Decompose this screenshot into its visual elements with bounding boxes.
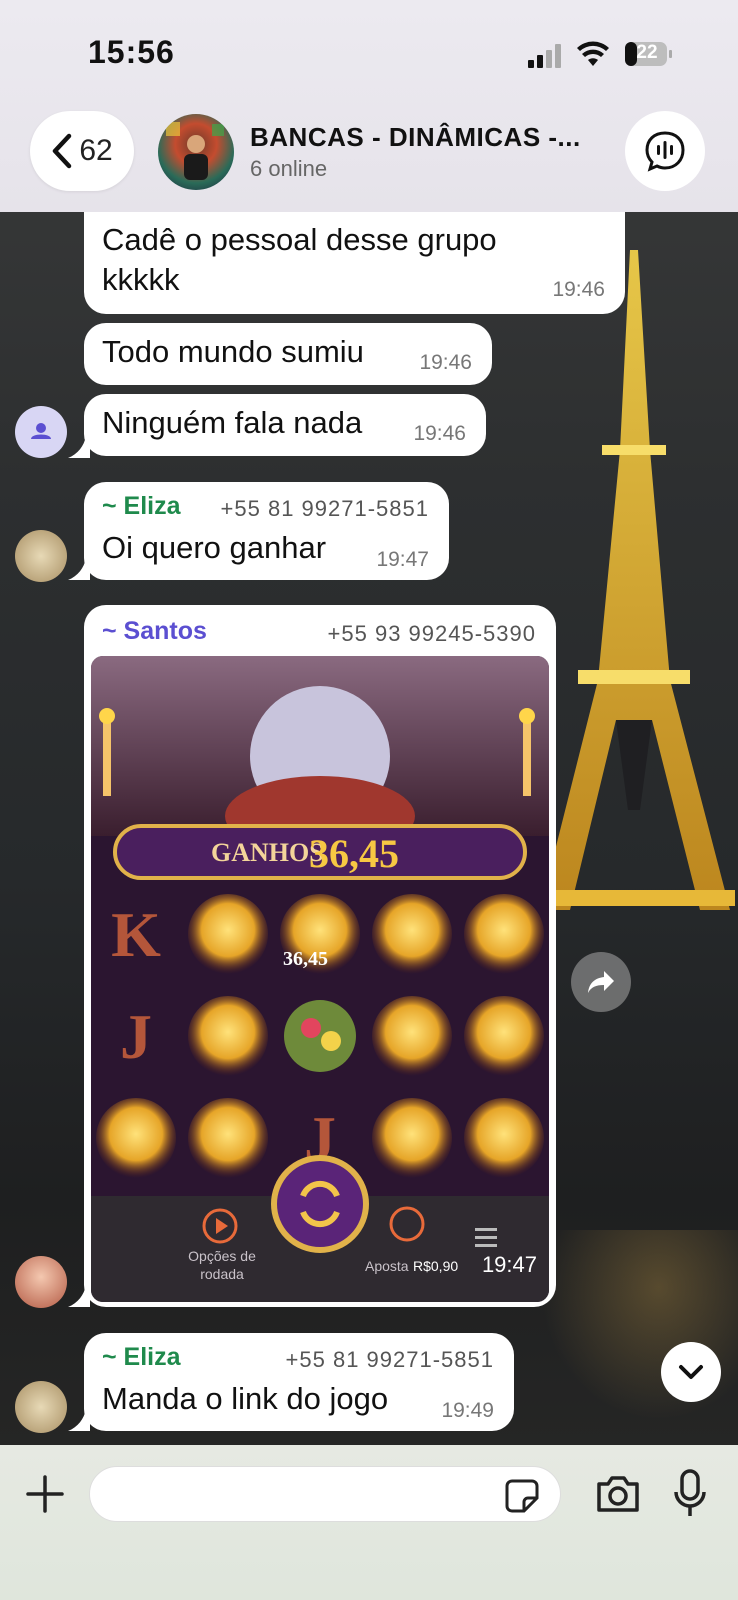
- message-bubble[interactable]: ~ Eliza +55 81 99271-5851 Manda o link d…: [84, 1333, 514, 1431]
- slot-game-artwork: K J J: [91, 656, 549, 1302]
- group-avatar[interactable]: [158, 114, 234, 190]
- bubble-tail: [68, 436, 90, 458]
- bubble-tail: [68, 1409, 90, 1431]
- options-label-line: rodada: [200, 1266, 244, 1282]
- wifi-icon: [576, 40, 610, 68]
- message-time: 19:46: [419, 351, 472, 374]
- microphone-button[interactable]: [670, 1466, 710, 1522]
- battery-level: 22: [636, 42, 658, 63]
- message-time: 19:47: [376, 548, 429, 571]
- voice-chat-icon: [645, 131, 685, 172]
- message-text: Oi quero ganhar: [102, 530, 327, 565]
- message-text-line: Cadê o pessoal desse grupo: [102, 222, 497, 257]
- status-time: 15:56: [88, 34, 175, 70]
- sender-phone: +55 93 99245-5390: [327, 621, 536, 646]
- sender-name[interactable]: ~ Eliza: [102, 492, 181, 521]
- message-bubble[interactable]: Cadê o pessoal desse grupo kkkkk 19:46: [84, 212, 625, 314]
- slot-game-screenshot[interactable]: K J J GANHOS 36,45 36,45 Opções de rodad…: [91, 656, 549, 1302]
- forward-button[interactable]: [571, 952, 631, 1012]
- forward-arrow-icon: [588, 971, 614, 993]
- person-icon: [31, 423, 51, 439]
- chevron-down-icon: [679, 1365, 703, 1379]
- message-text: Manda o link do jogo: [102, 1381, 389, 1416]
- sender-avatar[interactable]: [15, 530, 67, 582]
- message-time: 19:47: [481, 1252, 537, 1277]
- cell-win-value: 36,45: [283, 948, 328, 970]
- signal-icon: [528, 44, 564, 68]
- message-bubble[interactable]: Todo mundo sumiu 19:46: [84, 323, 492, 385]
- microphone-icon: [674, 1469, 706, 1516]
- group-title[interactable]: BANCAS - DINÂMICAS -...: [250, 122, 581, 153]
- svg-text:J: J: [120, 1001, 152, 1072]
- sticker-icon: [505, 1479, 539, 1513]
- message-input[interactable]: [89, 1466, 561, 1522]
- voice-chat-button[interactable]: [625, 111, 705, 191]
- sender-avatar[interactable]: [15, 1256, 67, 1308]
- message-text: Ninguém fala nada: [102, 405, 363, 440]
- message-text: Todo mundo sumiu: [102, 334, 364, 369]
- bet-label: Aposta: [365, 1258, 409, 1274]
- win-label: GANHOS: [211, 838, 324, 867]
- camera-button[interactable]: [592, 1470, 644, 1518]
- bet-value: R$0,90: [413, 1258, 459, 1274]
- sender-phone: +55 81 99271-5851: [220, 496, 429, 521]
- plus-icon: [26, 1475, 64, 1513]
- message-bubble[interactable]: ~ Eliza +55 81 99271-5851 Oi quero ganha…: [84, 482, 449, 580]
- message-time: 19:46: [413, 422, 466, 445]
- message-time: 19:49: [441, 1399, 494, 1422]
- back-button[interactable]: 62: [30, 111, 134, 191]
- sender-avatar[interactable]: [15, 406, 67, 458]
- win-value: 36,45: [309, 831, 399, 876]
- options-label-line: Opções de: [188, 1248, 256, 1264]
- chevron-left-icon: [53, 133, 72, 169]
- wallpaper-eiffel-tower: [540, 250, 735, 910]
- battery-icon: 22: [624, 40, 674, 68]
- message-bubble[interactable]: Ninguém fala nada 19:46: [84, 394, 486, 456]
- sender-phone: +55 81 99271-5851: [285, 1347, 494, 1372]
- camera-icon: [597, 1476, 639, 1512]
- attach-button[interactable]: [20, 1469, 70, 1519]
- bubble-tail: [68, 558, 90, 580]
- message-time: 19:46: [552, 278, 605, 301]
- sender-avatar[interactable]: [15, 1381, 67, 1433]
- scroll-down-button[interactable]: [661, 1342, 721, 1402]
- message-text-line: kkkkk: [102, 262, 180, 297]
- online-status: 6 online: [250, 156, 328, 181]
- sender-name[interactable]: ~ Santos: [102, 617, 207, 646]
- sticker-button[interactable]: [502, 1476, 542, 1516]
- svg-text:K: K: [111, 899, 161, 970]
- unread-count: 62: [79, 134, 113, 167]
- bubble-tail: [68, 1285, 90, 1307]
- sender-name[interactable]: ~ Eliza: [102, 1343, 181, 1372]
